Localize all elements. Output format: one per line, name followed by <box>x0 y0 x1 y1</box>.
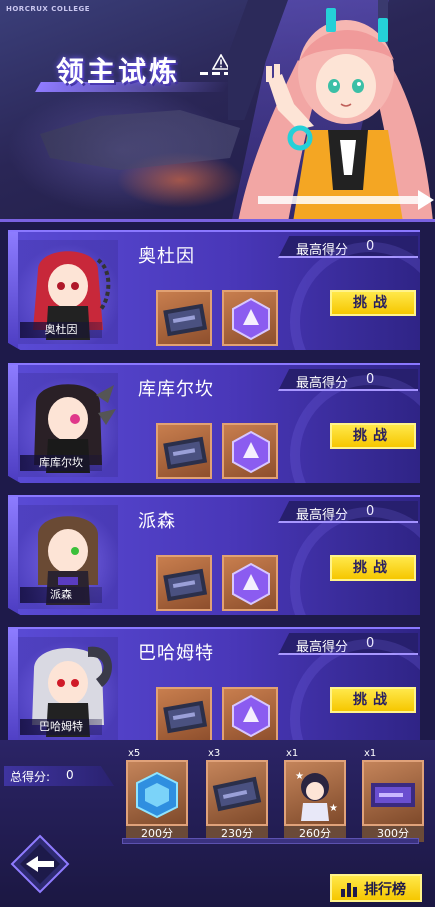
milestone-count: x1 <box>286 748 299 759</box>
background-mech <box>40 110 240 170</box>
boss-name: 派森 <box>138 511 176 532</box>
ticket-icon <box>163 568 208 602</box>
total-score-value: 0 <box>66 768 74 782</box>
total-score-plate: 总得分: 0 <box>4 766 114 786</box>
best-score-value: 0 <box>366 504 375 519</box>
crystal-icon <box>232 430 270 474</box>
boss-portrait-tag: 派森 <box>20 587 102 603</box>
ticket-icon <box>212 776 262 812</box>
best-score-label: 最高得分 <box>296 508 349 523</box>
milestone-reward-230[interactable]: x3 230分 <box>206 748 268 842</box>
card-corner-accent <box>8 232 18 350</box>
header-banner: HORCRUX COLLEGE 领主试炼 <box>0 0 435 222</box>
best-score-value: 0 <box>366 239 375 254</box>
best-score-bar: 最高得分 0 <box>278 501 418 523</box>
purple-ticket-icon <box>371 783 415 807</box>
bottom-panel: 总得分: 0 x5 200分 x3 230分 x1 ★ ★ 260分 x1 30… <box>0 740 435 907</box>
reward-crystal-slot[interactable] <box>222 290 278 346</box>
brand-text: HORCRUX COLLEGE <box>6 5 91 13</box>
heroine-illustration <box>228 0 434 219</box>
best-score-bar: 最高得分 0 <box>278 236 418 258</box>
milestone-box: ★ ★ <box>284 760 346 826</box>
back-arrow-icon[interactable] <box>10 834 70 894</box>
crystal-icon <box>232 694 270 738</box>
milestone-reward-260[interactable]: x1 ★ ★ 260分 <box>284 748 346 842</box>
total-score-label: 总得分: <box>10 770 51 784</box>
boss-card-paisen: 派森 派森 最高得分 0 挑战 <box>8 495 420 615</box>
challenge-button[interactable]: 挑战 <box>330 423 416 449</box>
ticket-icon <box>163 303 208 337</box>
boss-card-aoduyin: 奥杜因 奥杜因 最高得分 0 挑战 <box>8 230 420 350</box>
milestone-reward-200[interactable]: x5 200分 <box>126 748 188 842</box>
crystal-icon <box>232 297 270 341</box>
card-corner-accent <box>8 497 18 615</box>
crystal-icon <box>232 562 270 606</box>
leaderboard-label: 排行榜 <box>364 882 406 898</box>
svg-text:★: ★ <box>329 803 338 814</box>
best-score-value: 0 <box>366 372 375 387</box>
page-title: 领主试炼 <box>56 55 181 88</box>
boss-card-bahamute: 巴哈姆特 巴哈姆特 最高得分 0 挑战 <box>8 627 420 747</box>
best-score-label: 最高得分 <box>296 243 349 258</box>
card-corner-accent <box>8 365 18 483</box>
ticket-icon <box>163 436 208 470</box>
best-score-bar: 最高得分 0 <box>278 369 418 391</box>
reward-ticket-slot[interactable] <box>156 687 212 743</box>
card-corner-accent <box>8 629 18 747</box>
reward-ticket-slot[interactable] <box>156 423 212 479</box>
bar-chart-icon <box>341 883 357 897</box>
chibi-character-icon: ★ ★ <box>295 771 338 821</box>
milestone-box <box>362 760 424 826</box>
milestone-count: x5 <box>128 748 141 759</box>
milestone-box <box>206 760 268 826</box>
leaderboard-button[interactable]: 排行榜 <box>330 874 422 902</box>
svg-text:★: ★ <box>295 771 304 782</box>
best-score-label: 最高得分 <box>296 376 349 391</box>
boss-portrait-tag: 奥杜因 <box>20 322 102 338</box>
best-score-bar: 最高得分 0 <box>278 633 418 655</box>
reward-crystal-slot[interactable] <box>222 555 278 611</box>
score-progress-bar <box>122 838 419 844</box>
boss-name: 巴哈姆特 <box>138 643 214 664</box>
milestone-count: x3 <box>208 748 221 759</box>
boss-name: 奥杜因 <box>138 246 195 267</box>
boss-portrait-tag: 巴哈姆特 <box>20 719 102 735</box>
ticket-icon <box>163 700 208 734</box>
best-score-value: 0 <box>366 636 375 651</box>
challenge-button[interactable]: 挑战 <box>330 555 416 581</box>
blue-cube-icon <box>136 771 178 819</box>
reward-ticket-slot[interactable] <box>156 290 212 346</box>
challenge-button[interactable]: 挑战 <box>330 290 416 316</box>
milestone-box <box>126 760 188 826</box>
boss-portrait-tag: 库库尔坎 <box>20 455 102 471</box>
milestone-reward-300[interactable]: x1 300分 <box>362 748 424 842</box>
challenge-button[interactable]: 挑战 <box>330 687 416 713</box>
best-score-label: 最高得分 <box>296 640 349 655</box>
boss-card-kukuerkan: 库库尔坎 库库尔坎 最高得分 0 挑战 <box>8 363 420 483</box>
reward-crystal-slot[interactable] <box>222 687 278 743</box>
milestone-count: x1 <box>364 748 377 759</box>
boss-name: 库库尔坎 <box>138 379 214 400</box>
reward-ticket-slot[interactable] <box>156 555 212 611</box>
reward-crystal-slot[interactable] <box>222 423 278 479</box>
